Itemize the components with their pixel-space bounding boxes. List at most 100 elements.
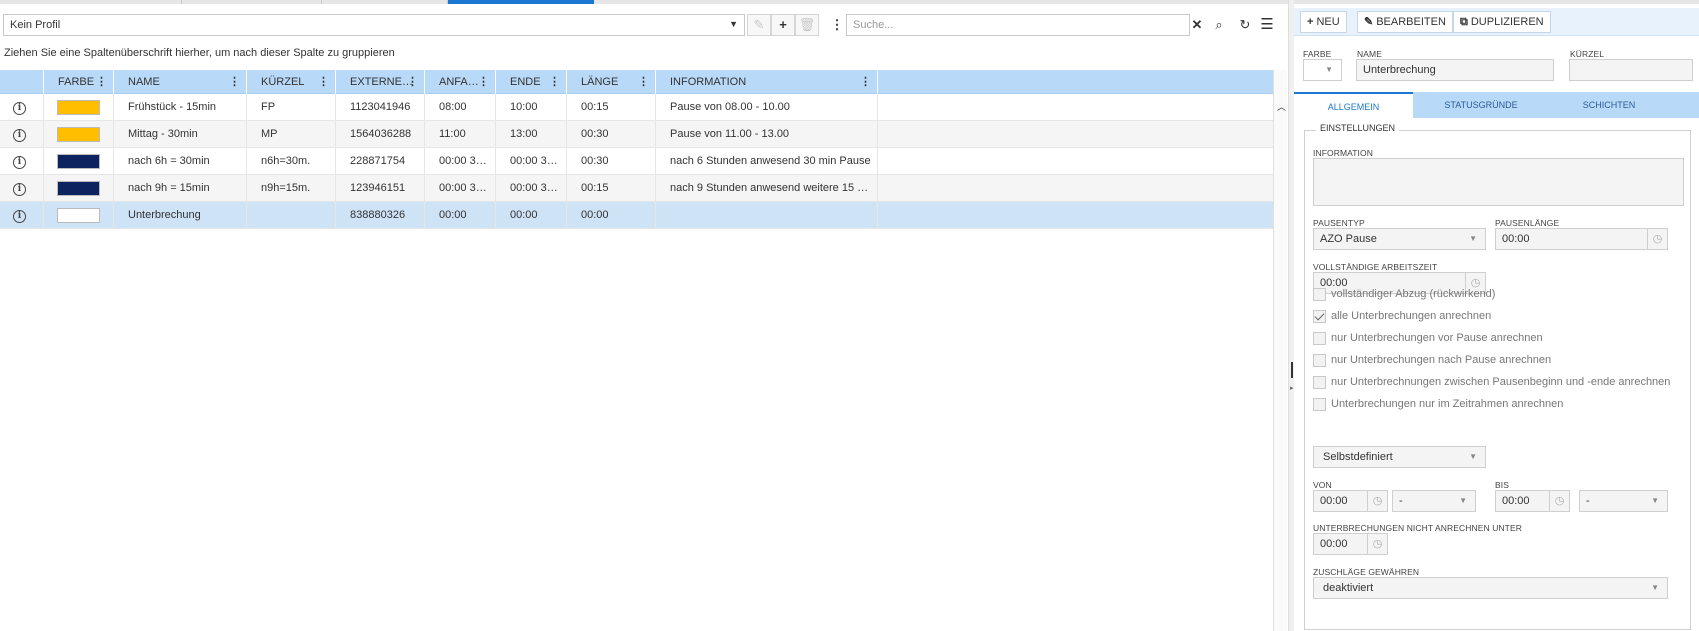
info-icon[interactable]: i (13, 156, 26, 169)
name-label: NAME (1357, 49, 1382, 59)
cell-name: Unterbrechung (114, 202, 247, 229)
kuerzel-field[interactable] (1569, 59, 1693, 81)
checkbox[interactable] (1313, 376, 1326, 389)
column-options-icon[interactable]: ⋮ (826, 14, 848, 36)
clock-icon[interactable]: ◷ (1367, 491, 1387, 511)
header-information[interactable]: INFORMATION ⋮ (656, 70, 878, 94)
search-icon[interactable]: ⌕ (1208, 14, 1230, 36)
information-label: INFORMATION (1313, 148, 1373, 158)
top-tab[interactable] (182, 0, 322, 4)
table-row[interactable]: i Frühstück - 15min FP 1123041946 08:00 10:00… (0, 94, 1274, 121)
color-cell (44, 121, 114, 148)
new-button[interactable]: + NEU (1300, 11, 1347, 33)
cell-ende: 10:00 (496, 94, 567, 121)
checkbox[interactable] (1313, 354, 1326, 367)
cell-extern: 123946151 (336, 175, 425, 202)
plus-icon: + (1307, 16, 1314, 28)
column-menu-icon[interactable]: ⋮ (478, 70, 489, 94)
caret-down-icon: ▼ (1651, 496, 1659, 505)
table-row[interactable]: i Mittag - 30min MP 1564036288 11:00 13:00 00:… (0, 121, 1274, 148)
settings-legend: EINSTELLUNGEN (1316, 123, 1400, 133)
header-anfang[interactable]: ANFA… ⋮ (425, 70, 496, 94)
cell-anfang: 11:00 (425, 121, 496, 148)
edit-profile-button[interactable]: ✎ (747, 14, 771, 36)
info-icon[interactable]: i (13, 183, 26, 196)
checkbox-label: Unterbrechungen nur im Zeitrahmen anrech… (1331, 398, 1564, 410)
column-menu-icon[interactable]: ⋮ (860, 70, 871, 94)
top-tab[interactable] (52, 0, 182, 4)
cell-kuerzel: MP (247, 121, 336, 148)
zuschlaege-select[interactable]: deaktiviert ▼ (1313, 577, 1668, 599)
grid-toolbar: Kein Profil ▼ ✎ + 🗑 ⋮ Suche... ✕ ⌕ ↻ ☰ (0, 12, 1288, 38)
search-input[interactable]: Suche... (846, 14, 1190, 36)
bis-select[interactable]: - ▼ (1579, 490, 1668, 512)
farbe-picker[interactable]: ▼ (1303, 59, 1342, 81)
kuerzel-label: KÜRZEL (1570, 49, 1605, 59)
checkbox[interactable] (1313, 310, 1326, 323)
column-menu-icon[interactable]: ⋮ (96, 70, 107, 94)
header-kuerzel[interactable]: KÜRZEL ⋮ (247, 70, 336, 94)
header-farbe[interactable]: FARBE ⋮ (44, 70, 114, 94)
edit-button[interactable]: ✎ BEARBEITEN (1357, 11, 1453, 33)
tab-schichten[interactable]: SCHICHTEN (1549, 92, 1669, 118)
top-tab-active[interactable] (448, 0, 594, 4)
clock-icon[interactable]: ◷ (1367, 534, 1387, 554)
clock-icon[interactable]: ◷ (1647, 229, 1667, 249)
name-field[interactable]: Unterbrechung (1356, 59, 1554, 81)
table-row[interactable]: i nach 9h = 15min n9h=15m. 123946151 00:00 3… (0, 175, 1274, 202)
column-menu-icon[interactable]: ⋮ (549, 70, 560, 94)
top-tab[interactable] (322, 0, 448, 4)
vollst-arbeitszeit-label: VOLLSTÄNDIGE ARBEITSZEIT (1313, 262, 1438, 272)
column-menu-icon[interactable]: ⋮ (638, 70, 649, 94)
checkbox[interactable] (1313, 398, 1326, 411)
table-row[interactable]: i nach 6h = 30min n6h=30m. 228871754 00:00 3… (0, 148, 1274, 175)
group-hint: Ziehen Sie eine Spaltenüberschrift hierh… (4, 47, 395, 59)
tab-allgemein[interactable]: ALLGEMEIN (1294, 92, 1413, 118)
table-row[interactable]: i Unterbrechung 838880326 00:00 00:00 00:00 (0, 202, 1274, 229)
column-menu-icon[interactable]: ⋮ (318, 70, 329, 94)
delete-profile-button[interactable]: 🗑 (795, 14, 819, 36)
duplicate-button[interactable]: ⧉ DUPLIZIEREN (1453, 11, 1551, 33)
color-swatch (57, 208, 100, 223)
clear-search-icon[interactable]: ✕ (1186, 14, 1208, 36)
header-laenge[interactable]: LÄNGE ⋮ (567, 70, 656, 94)
info-icon[interactable]: i (13, 210, 26, 223)
top-tab-strip (0, 0, 1699, 4)
add-profile-button[interactable]: + (771, 14, 795, 36)
scroll-up-icon[interactable]: ︿ (1277, 100, 1286, 113)
bis-time-field[interactable]: 00:00 ◷ (1495, 490, 1570, 512)
menu-icon[interactable]: ☰ (1256, 14, 1278, 36)
cell-info (656, 202, 878, 229)
zeitrahmen-select[interactable]: Selbstdefiniert ▼ (1313, 446, 1486, 468)
pausentyp-select[interactable]: AZO Pause ▼ (1313, 228, 1486, 250)
checkbox[interactable] (1313, 288, 1326, 301)
von-select[interactable]: - ▼ (1392, 490, 1476, 512)
farbe-label: FARBE (1303, 49, 1332, 59)
splitter-grip[interactable] (1291, 362, 1293, 378)
information-textarea[interactable] (1313, 158, 1684, 206)
header-extern[interactable]: EXTERNE… ⋮ (336, 70, 425, 94)
refresh-icon[interactable]: ↻ (1234, 14, 1256, 36)
cell-ende: 00:00 3… (496, 148, 567, 175)
expand-arrow-icon[interactable]: ▸ (1290, 384, 1294, 392)
color-swatch (57, 154, 100, 169)
column-menu-icon[interactable]: ⋮ (407, 70, 418, 94)
clock-icon[interactable]: ◷ (1549, 491, 1569, 511)
pausenlaenge-field[interactable]: 00:00 ◷ (1495, 228, 1668, 250)
header-name[interactable]: NAME ⋮ (114, 70, 247, 94)
cell-ende: 00:00 (496, 202, 567, 229)
caret-down-icon: ▼ (1469, 234, 1477, 243)
info-icon[interactable]: i (13, 129, 26, 142)
nicht-anrechnen-field[interactable]: 00:00 ◷ (1313, 533, 1388, 555)
checkbox[interactable] (1313, 332, 1326, 345)
header-ende[interactable]: ENDE ⋮ (496, 70, 567, 94)
info-icon[interactable]: i (13, 102, 26, 115)
von-time-field[interactable]: 00:00 ◷ (1313, 490, 1388, 512)
cell-laenge: 00:30 (567, 148, 656, 175)
column-menu-icon[interactable]: ⋮ (229, 70, 240, 94)
profile-select[interactable]: Kein Profil ▼ (3, 14, 745, 36)
tab-statusgruende[interactable]: STATUSGRÜNDE (1413, 92, 1549, 118)
cell-kuerzel (247, 202, 336, 229)
color-cell (44, 94, 114, 121)
grid-scrollbar[interactable]: ︿ (1273, 70, 1287, 631)
